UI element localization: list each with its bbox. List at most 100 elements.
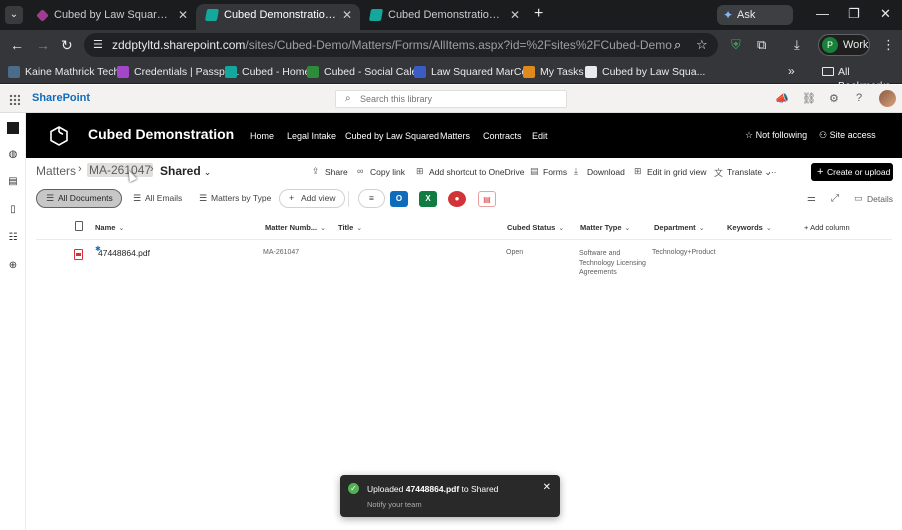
settings-gear-icon[interactable]: ⚙ [829, 92, 839, 105]
column-department[interactable]: Department ⌄ [654, 223, 705, 232]
megaphone-icon[interactable]: 📣 [775, 92, 789, 105]
reload-icon[interactable]: ↻ [61, 37, 73, 53]
downloads-icon[interactable]: ⤓ [794, 37, 800, 53]
edit-grid-view-button[interactable]: ⊞ Edit in grid view [634, 166, 707, 177]
search-icon: ⌕ [345, 93, 351, 104]
add-column-button[interactable]: + Add column [804, 223, 850, 232]
close-tab-icon[interactable]: ✕ [510, 4, 520, 26]
news-icon[interactable]: ▤ [7, 176, 19, 188]
forward-icon[interactable]: → [36, 37, 50, 53]
close-tab-icon[interactable]: ✕ [178, 4, 188, 26]
sharepoint-brand[interactable]: SharePoint [32, 92, 90, 104]
close-window-icon[interactable]: ✕ [880, 6, 891, 22]
extension-shield-icon[interactable]: ⛨ [731, 37, 741, 53]
forms-button[interactable]: ▤ Forms [530, 166, 567, 177]
search-input[interactable] [360, 92, 560, 106]
download-button[interactable]: ⤓ Download [574, 166, 625, 177]
bookmark-star-icon[interactable]: ☆ [696, 37, 708, 53]
follow-button[interactable]: ☆ Not following [745, 130, 807, 141]
view-matters-by-type[interactable]: ☰ Matters by Type [189, 189, 281, 208]
bookmark-label: Cubed by Law Squa... [602, 66, 706, 78]
share-network-icon[interactable]: ⛓ [802, 92, 816, 105]
translate-icon: 文 [714, 168, 724, 178]
filter-button[interactable]: ≡ [358, 189, 385, 208]
site-title[interactable]: Cubed Demonstration [88, 126, 234, 142]
app-launcher-icon[interactable] [9, 94, 20, 105]
view-options-icon[interactable]: ⚌ [807, 193, 816, 204]
outlook-icon[interactable]: O [390, 191, 408, 207]
red-app-icon[interactable]: ● [448, 191, 466, 207]
file-icon[interactable]: ▯ [7, 204, 19, 216]
tab-search-icon[interactable]: ⌄ [5, 6, 23, 24]
bookmark-item[interactable]: Law Squared MarCo... [414, 65, 536, 79]
notify-team-link[interactable]: Notify your team [367, 500, 422, 509]
column-matter-number[interactable]: Matter Numb... ⌄ [265, 223, 326, 232]
bookmark-item[interactable]: Kaine Mathrick Tech... [8, 65, 128, 79]
minimize-icon[interactable]: — [816, 6, 829, 22]
bookmark-item[interactable]: Cubed - Home [225, 65, 310, 79]
site-info-icon[interactable]: ☰ [93, 38, 103, 51]
nav-home[interactable]: Home [250, 131, 274, 141]
site-home-icon[interactable] [7, 122, 19, 134]
zoom-icon[interactable]: ⌕ [674, 37, 681, 53]
column-matter-type[interactable]: Matter Type ⌄ [580, 223, 630, 232]
column-name[interactable]: Name ⌄ [95, 223, 124, 232]
nav-edit[interactable]: Edit [532, 131, 548, 141]
share-button[interactable]: ⇪ Share [312, 166, 348, 177]
cubed-logo-icon[interactable] [50, 126, 68, 146]
extensions-puzzle-icon[interactable]: ⧉ [757, 37, 766, 53]
add-shortcut-button[interactable]: ⊞ Add shortcut to OneDrive [416, 166, 524, 177]
site-access-button[interactable]: ⚇ Site access [819, 130, 876, 141]
new-tab-button[interactable]: + [534, 6, 543, 22]
search-box[interactable]: ⌕ [335, 90, 567, 108]
file-name-link[interactable]: 47448864.pdf [98, 248, 150, 258]
browser-tab-power-automate[interactable]: Cubed by Law Squared - Power Automate ✕ [26, 4, 196, 30]
column-title[interactable]: Title ⌄ [338, 223, 362, 232]
back-icon[interactable]: ← [10, 37, 24, 53]
restore-icon[interactable]: ❐ [848, 6, 860, 22]
nav-cubed-by-law-squared[interactable]: Cubed by Law Squared [345, 131, 439, 141]
bookmark-item[interactable]: My Tasks [523, 65, 584, 79]
breadcrumb-matter-number[interactable]: MA-261047 [87, 163, 154, 177]
create-or-upload-button[interactable]: + Create or upload [811, 163, 893, 181]
close-tab-icon[interactable]: ✕ [342, 4, 352, 26]
view-all-documents[interactable]: ☰ All Documents [36, 189, 122, 208]
view-all-emails[interactable]: ☰ All Emails [123, 189, 192, 208]
user-avatar[interactable] [879, 90, 896, 107]
column-cubed-status[interactable]: Cubed Status ⌄ [507, 223, 564, 232]
help-icon[interactable]: ? [856, 92, 862, 104]
copy-link-button[interactable]: ∞ Copy link [357, 166, 405, 177]
create-icon[interactable]: ⊕ [7, 260, 19, 272]
sharepoint-icon [204, 9, 220, 21]
chrome-menu-icon[interactable]: ⋮ [882, 37, 895, 53]
table-row[interactable]: ✱ 47448864.pdf MA-261047 Open Software a… [36, 241, 892, 279]
globe-icon[interactable]: ◍ [7, 149, 19, 161]
browser-tab-cubed-demo[interactable]: Cubed Demonstration - Matters ✕ [360, 4, 528, 30]
lists-icon[interactable]: ☷ [7, 232, 19, 244]
address-bar[interactable]: ☰ zddptyltd.sharepoint.com/sites/Cubed-D… [84, 33, 718, 57]
bookmark-item[interactable]: Cubed - Social Cale... [307, 65, 426, 79]
bookmark-item[interactable]: Credentials | Passpo... [117, 65, 239, 79]
bookmark-item[interactable]: Cubed by Law Squa... [585, 65, 705, 79]
copy-link-label: Copy link [370, 167, 405, 177]
details-button[interactable]: ▭ Details [854, 193, 893, 204]
breadcrumb-current-folder[interactable]: Shared ⌄ [160, 164, 211, 178]
add-view-button[interactable]: + Add view [279, 189, 345, 208]
excel-icon[interactable]: X [419, 191, 437, 207]
close-toast-icon[interactable]: ✕ [543, 482, 551, 493]
nav-legal-intake[interactable]: Legal Intake [287, 131, 336, 141]
nav-contracts[interactable]: Contracts [483, 131, 522, 141]
profile-button[interactable]: P Work [818, 34, 870, 56]
file-type-icon[interactable] [75, 221, 83, 231]
translate-button[interactable]: 文 Translate ⌄ [714, 167, 772, 178]
nav-matters[interactable]: Matters [440, 131, 470, 141]
more-commands-icon[interactable]: ··· [768, 167, 777, 177]
column-keywords[interactable]: Keywords ⌄ [727, 223, 772, 232]
browser-tab-cubed-demo-active[interactable]: Cubed Demonstration - Matters ✕ [196, 4, 360, 30]
more-bookmarks-icon[interactable]: » [788, 64, 795, 78]
expand-icon[interactable]: ⤢ [831, 193, 839, 204]
breadcrumb-matters[interactable]: Matters [36, 164, 76, 178]
url-text[interactable]: zddptyltd.sharepoint.com/sites/Cubed-Dem… [112, 33, 672, 57]
ask-gemini-button[interactable]: ✦ Ask Gemini [717, 5, 793, 41]
pdf-app-icon[interactable]: ▤ [478, 191, 496, 207]
